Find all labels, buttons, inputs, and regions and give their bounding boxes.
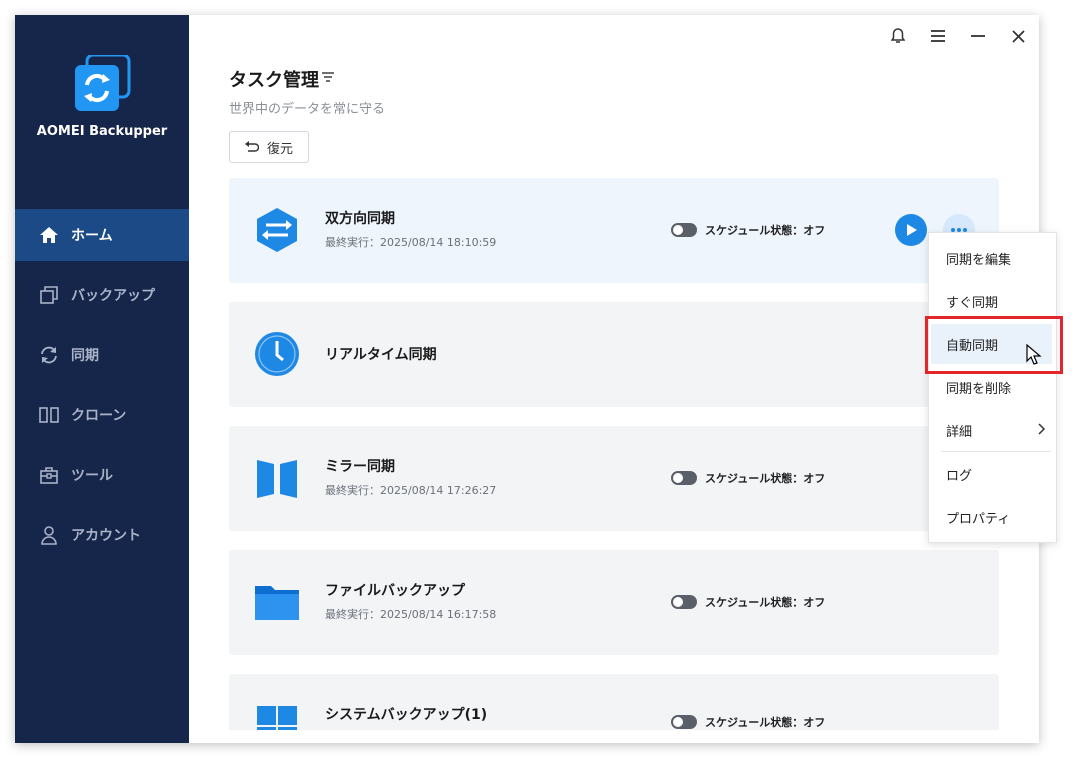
user-icon bbox=[39, 525, 59, 545]
task-last-run: 最終実行：2025/08/14 16:17:58 bbox=[325, 608, 497, 621]
restore-label: 復元 bbox=[266, 141, 293, 157]
clone-icon bbox=[39, 405, 59, 425]
task-last-run: 最終実行：2025/08/14 17:26:27 bbox=[325, 484, 497, 497]
minimize-icon bbox=[971, 35, 985, 37]
notification-button[interactable] bbox=[887, 25, 909, 47]
schedule-toggle[interactable] bbox=[671, 595, 697, 609]
task-card[interactable]: 双方向同期 最終実行：2025/08/14 18:10:59 スケジュール状態：… bbox=[229, 178, 999, 283]
schedule-toggle[interactable] bbox=[671, 471, 697, 485]
sidebar-item-clone[interactable]: クローン bbox=[15, 389, 189, 441]
close-button[interactable] bbox=[1007, 25, 1029, 47]
schedule-status: スケジュール状態：オフ bbox=[671, 714, 825, 730]
sidebar-item-label: ツール bbox=[71, 468, 113, 484]
task-name: リアルタイム同期 bbox=[325, 347, 437, 363]
task-name: システムバックアップ(1) bbox=[325, 707, 488, 723]
folder-icon bbox=[255, 586, 299, 620]
play-icon bbox=[907, 224, 917, 236]
filter-icon[interactable] bbox=[321, 70, 335, 84]
page-title: タスク管理 bbox=[229, 70, 319, 91]
task-card[interactable]: リアルタイム同期 bbox=[229, 302, 999, 407]
app-logo bbox=[75, 55, 131, 111]
menu-item-sync-now[interactable]: すぐ同期 bbox=[929, 281, 1056, 321]
sidebar-item-backup[interactable]: バックアップ bbox=[15, 269, 189, 321]
task-card[interactable]: ファイルバックアップ 最終実行：2025/08/14 16:17:58 スケジュ… bbox=[229, 550, 999, 655]
windows-icon bbox=[257, 706, 297, 730]
schedule-status: スケジュール状態：オフ bbox=[671, 470, 825, 486]
app-window: AOMEI Backupper ホーム バックアップ 同期 クローン ツール ア… bbox=[15, 15, 1039, 743]
menu-icon bbox=[931, 30, 945, 42]
menu-item-properties[interactable]: プロパティ bbox=[929, 497, 1056, 537]
run-button[interactable] bbox=[895, 214, 927, 246]
sidebar-item-label: ホーム bbox=[71, 228, 113, 244]
highlight-box bbox=[925, 316, 1063, 374]
minimize-button[interactable] bbox=[967, 25, 989, 47]
mouse-cursor-icon bbox=[1026, 344, 1042, 365]
close-icon bbox=[1011, 29, 1025, 43]
sidebar-item-label: 同期 bbox=[71, 348, 99, 364]
schedule-status: スケジュール状態：オフ bbox=[671, 222, 825, 238]
schedule-label: スケジュール状態：オフ bbox=[705, 472, 826, 485]
chevron-right-icon bbox=[1038, 423, 1046, 435]
context-menu: 同期を編集 すぐ同期 自動同期 同期を削除 詳細 ログ プロパティ bbox=[928, 232, 1057, 543]
task-name: ミラー同期 bbox=[325, 459, 395, 475]
schedule-status: スケジュール状態：オフ bbox=[671, 594, 825, 610]
page-subtitle: 世界中のデータを常に守る bbox=[229, 102, 386, 117]
undo-icon bbox=[244, 141, 259, 153]
task-card[interactable]: システムバックアップ(1) スケジュール状態：オフ bbox=[229, 674, 999, 730]
task-name: 双方向同期 bbox=[325, 211, 395, 227]
sidebar-item-home[interactable]: ホーム bbox=[15, 209, 189, 261]
sync-icon bbox=[39, 345, 59, 365]
restore-button[interactable]: 復元 bbox=[229, 131, 309, 163]
sidebar-item-account[interactable]: アカウント bbox=[15, 509, 189, 561]
sidebar-item-label: バックアップ bbox=[71, 288, 155, 304]
sidebar-item-sync[interactable]: 同期 bbox=[15, 329, 189, 381]
sidebar-nav: ホーム バックアップ 同期 クローン ツール アカウント bbox=[15, 209, 189, 569]
task-last-run: 最終実行：2025/08/14 18:10:59 bbox=[325, 236, 497, 249]
schedule-toggle[interactable] bbox=[671, 223, 697, 237]
task-name: ファイルバックアップ bbox=[325, 583, 465, 599]
home-icon bbox=[39, 225, 59, 245]
menu-button[interactable] bbox=[927, 25, 949, 47]
backup-icon bbox=[39, 285, 59, 305]
schedule-label: スケジュール状態：オフ bbox=[705, 716, 826, 729]
task-list: 双方向同期 最終実行：2025/08/14 18:10:59 スケジュール状態：… bbox=[229, 178, 999, 730]
schedule-label: スケジュール状態：オフ bbox=[705, 596, 826, 609]
schedule-toggle[interactable] bbox=[671, 715, 697, 729]
sidebar: AOMEI Backupper ホーム バックアップ 同期 クローン ツール ア… bbox=[15, 15, 189, 743]
menu-divider bbox=[941, 451, 1051, 452]
app-name: AOMEI Backupper bbox=[36, 124, 168, 139]
schedule-label: スケジュール状態：オフ bbox=[705, 224, 826, 237]
menu-item-edit-sync[interactable]: 同期を編集 bbox=[929, 238, 1056, 278]
menu-item-label: 詳細 bbox=[946, 424, 973, 440]
sidebar-item-label: アカウント bbox=[71, 528, 141, 544]
bell-icon bbox=[891, 28, 905, 43]
menu-item-log[interactable]: ログ bbox=[929, 454, 1056, 494]
task-card[interactable]: ミラー同期 最終実行：2025/08/14 17:26:27 スケジュール状態：… bbox=[229, 426, 999, 531]
two-way-sync-icon bbox=[257, 208, 297, 252]
toolbox-icon bbox=[39, 465, 59, 485]
menu-item-details[interactable]: 詳細 bbox=[929, 410, 1056, 450]
clock-icon bbox=[255, 332, 299, 376]
sidebar-item-label: クローン bbox=[71, 408, 127, 424]
sidebar-item-tools[interactable]: ツール bbox=[15, 449, 189, 501]
mirror-sync-icon bbox=[257, 460, 297, 498]
